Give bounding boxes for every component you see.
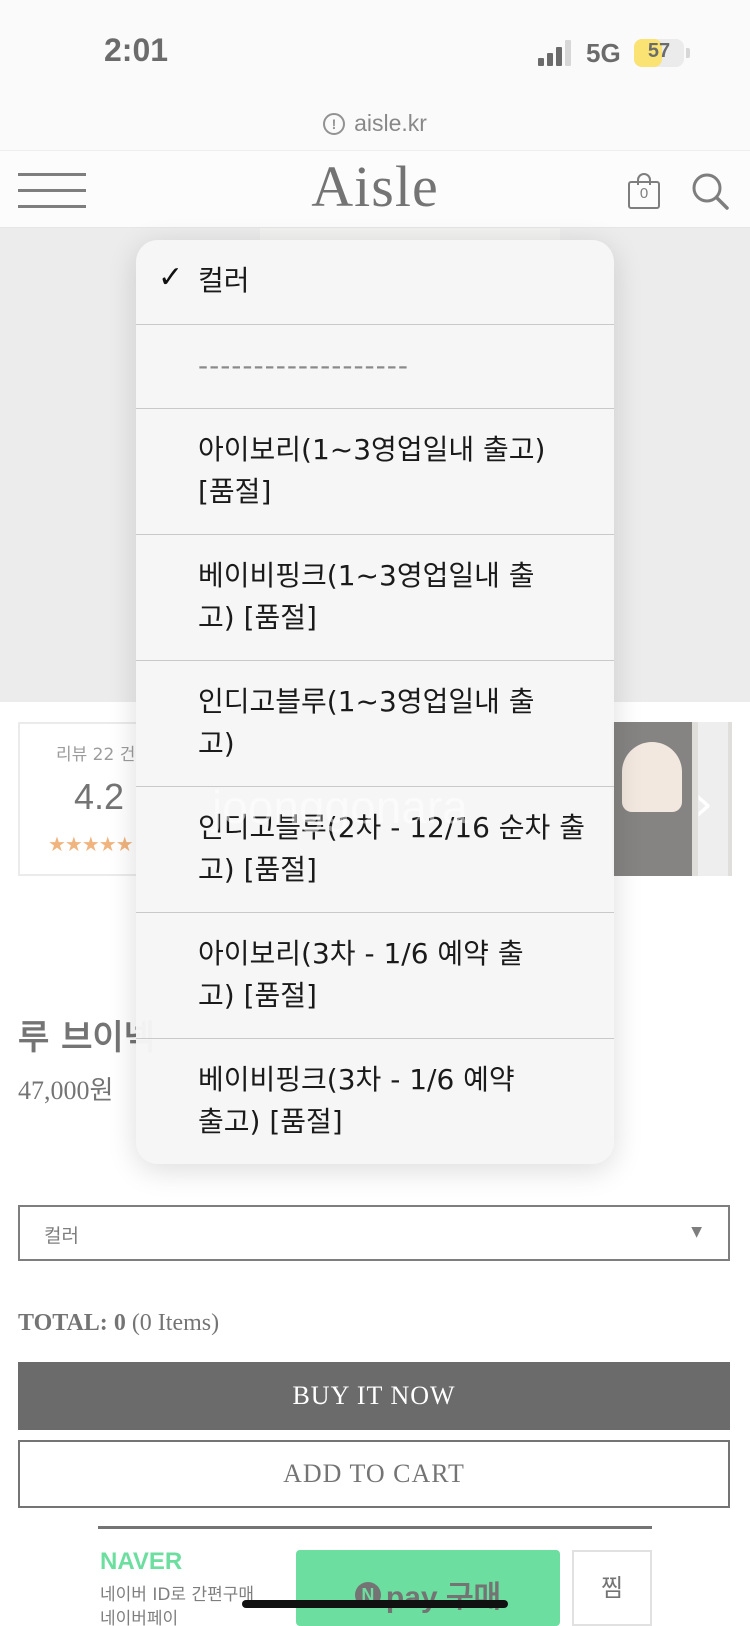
watermark-text: joonggonara [212,781,468,833]
option-label: 베이비핑크(3차 - 1/6 예약 출고) [품절] [198,1063,515,1138]
option-label: ------------------- [198,349,409,382]
option-label: 아이보리(1~3영업일내 출고) [품절] [198,433,546,508]
option-label: 컬러 [198,264,250,297]
checkmark-icon: ✓ [158,260,184,295]
home-indicator[interactable] [242,1600,508,1608]
option-label: 인디고블루(1~3영업일내 출고) [198,685,535,760]
option-item[interactable]: ✓ 컬러 [136,240,614,324]
option-item[interactable]: 아이보리(3차 - 1/6 예약 출고) [품절] [136,912,614,1038]
option-label: 베이비핑크(1~3영업일내 출고) [품절] [198,559,535,634]
option-item[interactable]: 베이비핑크(3차 - 1/6 예약 출고) [품절] [136,1038,614,1164]
color-option-picker: ✓ 컬러 ------------------- 아이보리(1~3영업일내 출고… [136,240,614,1164]
option-item[interactable]: 베이비핑크(1~3영업일내 출고) [품절] [136,534,614,660]
option-item[interactable]: 아이보리(1~3영업일내 출고) [품절] [136,408,614,534]
option-label: 아이보리(3차 - 1/6 예약 출고) [품절] [198,937,524,1012]
option-item[interactable]: 인디고블루(1~3영업일내 출고) [136,660,614,786]
option-item[interactable]: ------------------- [136,324,614,408]
